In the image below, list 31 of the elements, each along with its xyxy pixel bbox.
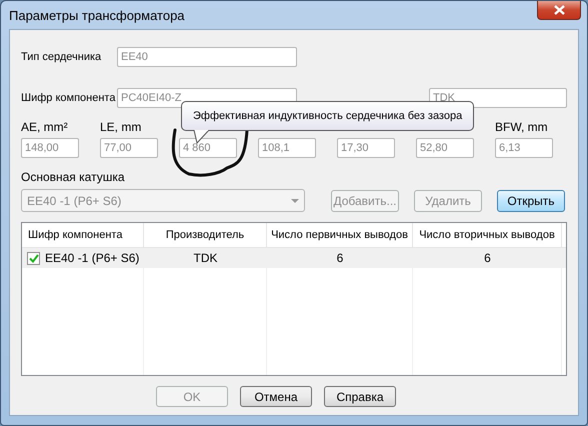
table-cell: 6	[336, 251, 344, 265]
coil-button[interactable]: Открыть	[497, 190, 565, 212]
dialog-button[interactable]: Отмена	[240, 386, 312, 407]
dialog-button[interactable]: Справка	[324, 386, 396, 407]
parameter-field[interactable]: 52,80	[416, 138, 474, 158]
dropdown-arrow-icon	[291, 198, 299, 202]
checkbox[interactable]	[27, 252, 40, 264]
close-icon	[554, 5, 564, 15]
field-label: Тип сердечника	[21, 51, 102, 63]
parameter-label: BFW, mm	[495, 120, 549, 136]
parameter-label: LE, mm	[100, 120, 142, 136]
tooltip-text: Эффективная индуктивность сердечника без зазора	[193, 110, 462, 122]
field-label: Шифр компонента	[21, 92, 116, 104]
parameter-field[interactable]: 148,00	[21, 138, 79, 158]
table-cell: TDK	[194, 251, 218, 265]
column-header[interactable]: Число вторичных выводов	[413, 223, 562, 247]
table-cell: EE40 -1 (P6+ S6)	[45, 251, 140, 265]
core-type-field[interactable]: EE40	[117, 47, 297, 67]
section-label: Основная катушка	[21, 170, 126, 184]
table-cell: 6	[484, 251, 491, 265]
column-header[interactable]: Производитель	[144, 223, 267, 247]
window-title: Параметры трансформатора	[9, 8, 185, 22]
parameter-field[interactable]: 77,00	[100, 138, 158, 158]
close-button[interactable]	[537, 1, 581, 20]
parameter-field[interactable]: 6,13	[495, 138, 553, 158]
parameter-label: AE, mm²	[21, 120, 69, 136]
parameter-field[interactable]: 108,1	[258, 138, 316, 158]
column-header[interactable]: Число первичных выводов	[267, 223, 413, 247]
column-header[interactable]: Шифр компонента	[22, 223, 144, 247]
check-icon	[28, 254, 38, 262]
parameter-field[interactable]: 17,30	[337, 138, 395, 158]
